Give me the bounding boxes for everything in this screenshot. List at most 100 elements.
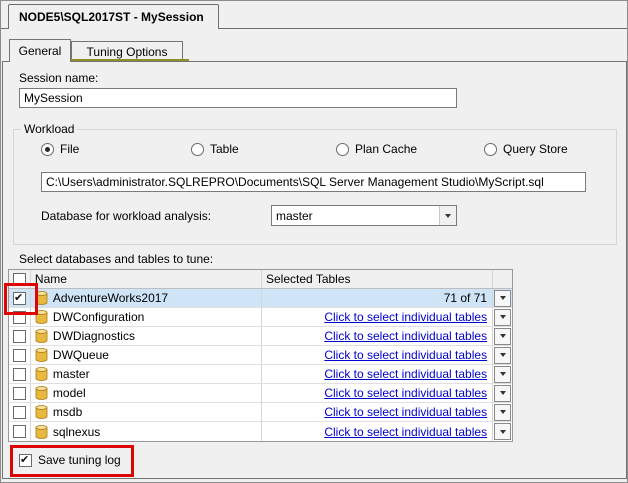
row-tables-cell[interactable]: Click to select individual tables — [262, 384, 494, 402]
row-combo-cell[interactable] — [493, 403, 512, 421]
chevron-down-icon — [499, 429, 506, 434]
row-combo-cell[interactable] — [493, 384, 512, 402]
table-row[interactable]: sqlnexus Click to select individual tabl… — [9, 422, 512, 441]
radio-plan-cache-label: Plan Cache — [355, 142, 418, 156]
row-checkbox[interactable] — [12, 348, 26, 362]
tab-tuning-options-label: Tuning Options — [86, 44, 168, 59]
row-name-cell[interactable]: model — [31, 384, 262, 402]
selected-tables-value[interactable]: Click to select individual tables — [324, 329, 487, 343]
row-combo-cell[interactable] — [493, 422, 512, 441]
row-tables-cell[interactable]: Click to select individual tables — [262, 327, 494, 345]
header-combo-cell — [493, 270, 512, 288]
radio-query-store-circle[interactable] — [484, 142, 497, 156]
database-icon — [35, 405, 48, 419]
selected-tables-value[interactable]: Click to select individual tables — [324, 386, 487, 400]
tables-dropdown-button[interactable] — [494, 384, 512, 402]
row-tables-cell[interactable]: Click to select individual tables — [262, 422, 494, 441]
selected-tables-value[interactable]: 71 of 71 — [444, 291, 487, 305]
session-name-input[interactable] — [19, 88, 457, 108]
tables-dropdown-button[interactable] — [494, 403, 512, 421]
selected-tables-value[interactable]: Click to select individual tables — [324, 425, 487, 439]
row-name-cell[interactable]: DWDiagnostics — [31, 327, 262, 345]
row-name-cell[interactable]: sqlnexus — [31, 422, 262, 441]
header-name-cell[interactable]: Name — [31, 270, 262, 288]
workload-file-path-input[interactable] — [41, 172, 586, 192]
database-analysis-label: Database for workload analysis: — [41, 209, 212, 223]
row-checkbox-cell[interactable] — [9, 346, 31, 364]
table-row[interactable]: DWQueue Click to select individual table… — [9, 346, 512, 365]
row-combo-cell[interactable] — [493, 327, 512, 345]
row-checkbox[interactable] — [12, 386, 26, 400]
row-name-cell[interactable]: DWConfiguration — [31, 308, 262, 326]
tab-general[interactable]: General — [9, 39, 71, 62]
row-name-cell[interactable]: master — [31, 365, 262, 383]
tables-dropdown-button[interactable] — [494, 308, 512, 326]
row-checkbox-cell[interactable] — [9, 403, 31, 421]
database-icon — [35, 329, 48, 343]
session-document-tab[interactable]: NODE5\SQL2017ST - MySession — [8, 4, 219, 29]
row-checkbox-cell[interactable] — [9, 384, 31, 402]
row-checkbox[interactable] — [12, 291, 26, 305]
row-tables-cell[interactable]: 71 of 71 — [262, 289, 494, 307]
row-combo-cell[interactable] — [493, 346, 512, 364]
radio-file[interactable]: File — [41, 142, 79, 156]
database-analysis-dropdown[interactable]: master — [271, 205, 457, 226]
tuning-advisor-window: NODE5\SQL2017ST - MySession General Tuni… — [0, 0, 628, 483]
selected-tables-value[interactable]: Click to select individual tables — [324, 348, 487, 362]
radio-table-circle[interactable] — [191, 142, 204, 156]
tables-dropdown-button[interactable] — [494, 289, 512, 307]
row-checkbox-cell[interactable] — [9, 422, 31, 441]
table-row[interactable]: msdb Click to select individual tables — [9, 403, 512, 422]
radio-plan-cache[interactable]: Plan Cache — [336, 142, 417, 156]
header-tables-cell[interactable]: Selected Tables — [262, 270, 494, 288]
tables-dropdown-button[interactable] — [494, 346, 512, 364]
tab-tuning-options[interactable]: Tuning Options — [71, 41, 183, 61]
selected-tables-value[interactable]: Click to select individual tables — [324, 310, 487, 324]
tables-dropdown-button[interactable] — [494, 423, 512, 440]
row-checkbox-cell[interactable] — [9, 308, 31, 326]
radio-file-circle[interactable] — [41, 142, 54, 156]
table-row[interactable]: master Click to select individual tables — [9, 365, 512, 384]
save-tuning-log-option[interactable]: Save tuning log — [19, 453, 121, 467]
db-table-body: AdventureWorks2017 71 of 71 — [9, 289, 512, 441]
tables-dropdown-button[interactable] — [494, 327, 512, 345]
db-name: DWConfiguration — [52, 310, 145, 324]
selected-tables-value[interactable]: Click to select individual tables — [324, 405, 487, 419]
row-tables-cell[interactable]: Click to select individual tables — [262, 403, 494, 421]
table-header-row: Name Selected Tables — [9, 270, 512, 289]
row-tables-cell[interactable]: Click to select individual tables — [262, 365, 494, 383]
radio-plan-cache-circle[interactable] — [336, 142, 349, 156]
row-checkbox[interactable] — [12, 329, 26, 343]
row-combo-cell[interactable] — [493, 365, 512, 383]
table-row[interactable]: AdventureWorks2017 71 of 71 — [9, 289, 512, 308]
radio-table[interactable]: Table — [191, 142, 239, 156]
row-name-cell[interactable]: msdb — [31, 403, 262, 421]
row-checkbox[interactable] — [12, 405, 26, 419]
row-checkbox[interactable] — [12, 425, 26, 438]
row-checkbox[interactable] — [12, 310, 26, 324]
tab-general-label: General — [18, 44, 62, 58]
row-tables-cell[interactable]: Click to select individual tables — [262, 308, 494, 326]
row-combo-cell[interactable] — [493, 308, 512, 326]
row-name-cell[interactable]: AdventureWorks2017 — [31, 289, 262, 307]
header-checkbox-cell[interactable] — [9, 270, 31, 288]
save-log-checkbox[interactable] — [19, 453, 32, 467]
database-icon — [35, 386, 48, 400]
row-name-cell[interactable]: DWQueue — [31, 346, 262, 364]
selected-tables-value[interactable]: Click to select individual tables — [324, 367, 487, 381]
save-log-label: Save tuning log — [38, 453, 121, 467]
chevron-down-icon — [499, 315, 506, 319]
row-checkbox-cell[interactable] — [9, 327, 31, 345]
row-combo-cell[interactable] — [493, 289, 512, 307]
database-dropdown-button[interactable] — [439, 206, 456, 225]
select-all-checkbox[interactable] — [12, 272, 26, 286]
table-row[interactable]: model Click to select individual tables — [9, 384, 512, 403]
row-tables-cell[interactable]: Click to select individual tables — [262, 346, 494, 364]
tables-dropdown-button[interactable] — [494, 365, 512, 383]
row-checkbox-cell[interactable] — [9, 365, 31, 383]
row-checkbox[interactable] — [12, 367, 26, 381]
table-row[interactable]: DWDiagnostics Click to select individual… — [9, 327, 512, 346]
table-row[interactable]: DWConfiguration Click to select individu… — [9, 308, 512, 327]
radio-query-store[interactable]: Query Store — [484, 142, 568, 156]
row-checkbox-cell[interactable] — [9, 289, 31, 307]
